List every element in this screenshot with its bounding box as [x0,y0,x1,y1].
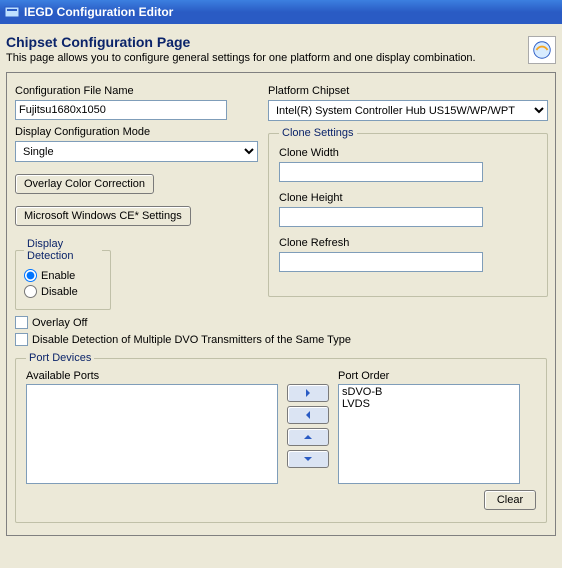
clone-settings-legend: Clone Settings [279,127,357,139]
page-description: This page allows you to configure genera… [6,52,528,64]
window-title: IEGD Configuration Editor [24,5,173,19]
list-item[interactable]: LVDS [340,398,518,410]
available-ports-list[interactable] [26,384,278,484]
disable-dvo-row[interactable]: Disable Detection of Multiple DVO Transm… [15,333,547,346]
overlay-off-checkbox[interactable] [15,316,28,329]
chevron-right-icon [303,386,313,401]
list-item[interactable]: sDVO-B [340,386,518,398]
clone-width-label: Clone Width [279,147,537,159]
port-order-label: Port Order [338,370,520,382]
page-icon [528,36,556,64]
port-devices-group: Port Devices Available Ports [15,352,547,523]
display-mode-select[interactable]: Single [15,141,258,162]
platform-chipset-label: Platform Chipset [268,85,548,97]
clone-refresh-input[interactable] [279,252,483,272]
clone-width-input[interactable] [279,162,483,182]
chevron-up-icon [303,430,313,445]
clear-button[interactable]: Clear [484,490,536,510]
wince-settings-button[interactable]: Microsoft Windows CE* Settings [15,206,191,226]
window-titlebar: IEGD Configuration Editor [0,0,562,24]
overlay-color-correction-button[interactable]: Overlay Color Correction [15,174,154,194]
clone-refresh-label: Clone Refresh [279,237,537,249]
move-left-button[interactable] [287,406,329,424]
port-order-list[interactable]: sDVO-BLVDS [338,384,520,484]
display-detection-legend: Display Detection [24,238,102,262]
page-title: Chipset Configuration Page [6,34,528,50]
app-icon [4,4,20,20]
config-file-input[interactable] [15,100,227,120]
detection-disable-row[interactable]: Disable [24,285,102,298]
clone-height-input[interactable] [279,207,483,227]
detection-enable-radio[interactable] [24,269,37,282]
move-down-button[interactable] [287,450,329,468]
detection-disable-radio[interactable] [24,285,37,298]
disable-dvo-label: Disable Detection of Multiple DVO Transm… [32,334,351,346]
clone-height-label: Clone Height [279,192,537,204]
platform-chipset-select[interactable]: Intel(R) System Controller Hub US15W/WP/… [268,100,548,121]
port-devices-legend: Port Devices [26,352,94,364]
detection-enable-label: Enable [41,270,75,282]
disable-dvo-checkbox[interactable] [15,333,28,346]
display-detection-group: Display Detection Enable Disable [15,238,111,310]
display-mode-label: Display Configuration Mode [15,126,258,138]
available-ports-label: Available Ports [26,370,278,382]
move-up-button[interactable] [287,428,329,446]
config-file-label: Configuration File Name [15,85,258,97]
chevron-down-icon [303,452,313,467]
overlay-off-label: Overlay Off [32,317,87,329]
overlay-off-row[interactable]: Overlay Off [15,316,547,329]
clone-settings-group: Clone Settings Clone Width Clone Height … [268,127,548,297]
detection-enable-row[interactable]: Enable [24,269,102,282]
config-panel: Configuration File Name Display Configur… [6,72,556,536]
chevron-left-icon [303,408,313,423]
move-right-button[interactable] [287,384,329,402]
detection-disable-label: Disable [41,286,78,298]
